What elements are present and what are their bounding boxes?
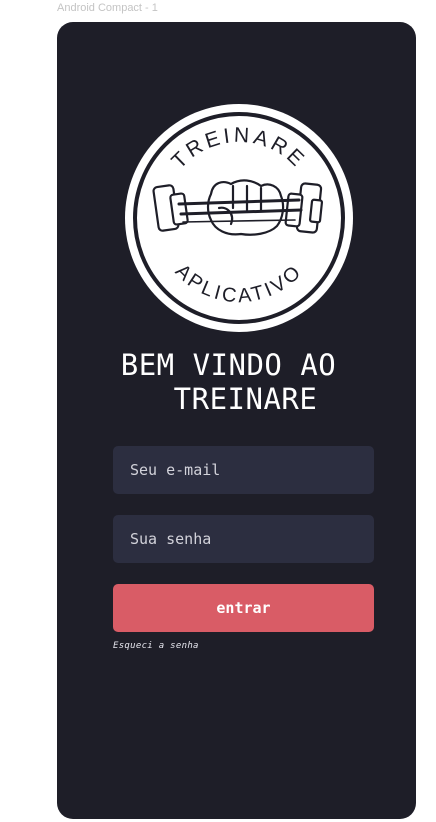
treinare-logo: TREINARE APLICATIVO: [125, 104, 353, 332]
password-input[interactable]: [113, 515, 374, 563]
enter-button[interactable]: entrar: [113, 584, 374, 632]
welcome-title: BEM VINDO AO TREINARE: [57, 348, 416, 416]
welcome-line-1: BEM VINDO AO: [120, 348, 337, 382]
frame-label: Android Compact - 1: [57, 2, 158, 14]
email-input[interactable]: [113, 446, 374, 494]
forgot-password-link[interactable]: Esqueci a senha: [113, 641, 199, 651]
welcome-line-2: TREINARE: [173, 382, 318, 416]
app-screen: TREINARE APLICATIVO BEM VINDO AO TREINAR…: [57, 22, 416, 819]
